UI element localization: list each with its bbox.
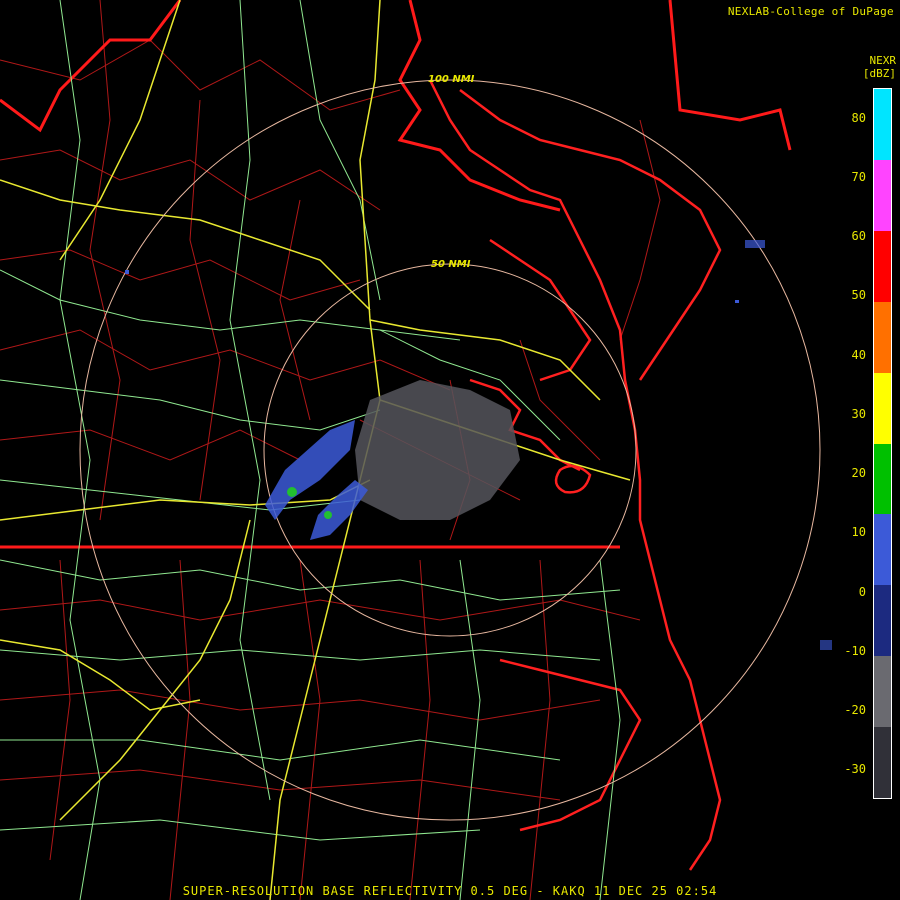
- echo-speck: [745, 240, 765, 248]
- echo-band-south: [310, 480, 368, 540]
- range-ring-50-label: 50 NMI: [431, 259, 471, 270]
- echo-light-core: [355, 380, 520, 520]
- color-scale-tick-label: 0: [858, 584, 866, 599]
- color-scale-tick-label: 30: [851, 406, 866, 421]
- color-scale-tick-label: 70: [851, 169, 866, 184]
- color-scale-segment: [874, 585, 891, 657]
- color-scale-tick-label: 50: [851, 288, 866, 303]
- echo-green-cell: [287, 487, 297, 497]
- credit-label: NEXLAB-College of DuPage: [727, 5, 894, 18]
- color-scale-segment: [874, 89, 891, 160]
- legend-product: NEXR: [869, 54, 897, 67]
- color-scale-tick-label: -30: [844, 762, 866, 777]
- color-scale-tick-label: 60: [851, 229, 866, 244]
- color-scale-segment: [874, 372, 891, 444]
- color-scale-tick-label: -20: [844, 703, 866, 718]
- product-title: SUPER-RESOLUTION BASE REFLECTIVITY 0.5 D…: [182, 884, 718, 898]
- echo-speck: [125, 270, 129, 274]
- color-scale-segment: [874, 514, 891, 586]
- color-scale-tick-label: -10: [844, 643, 866, 658]
- color-scale-segment: [874, 727, 891, 799]
- reflectivity-echoes: [125, 240, 832, 650]
- color-scale-segment: [874, 443, 891, 515]
- color-scale-tick-label: 20: [851, 466, 866, 481]
- color-scale-segment: [874, 656, 891, 728]
- echo-speck: [820, 640, 832, 650]
- color-scale-bar: [873, 88, 892, 799]
- echo-green-cell: [324, 511, 332, 519]
- color-scale-tick-label: 80: [851, 110, 866, 125]
- radar-map[interactable]: 50 NMI 100 NMI: [0, 0, 900, 900]
- legend-title: NEXR [dBZ]: [863, 54, 896, 80]
- color-scale-segment: [874, 159, 891, 231]
- range-ring-100-label: 100 NMI: [428, 74, 475, 85]
- color-scale-segment: [874, 230, 891, 302]
- color-scale-segment: [874, 301, 891, 373]
- legend-units: [dBZ]: [862, 67, 896, 80]
- echo-speck: [735, 300, 739, 303]
- color-scale-tick-label: 10: [851, 525, 866, 540]
- color-scale-tick-label: 40: [851, 347, 866, 362]
